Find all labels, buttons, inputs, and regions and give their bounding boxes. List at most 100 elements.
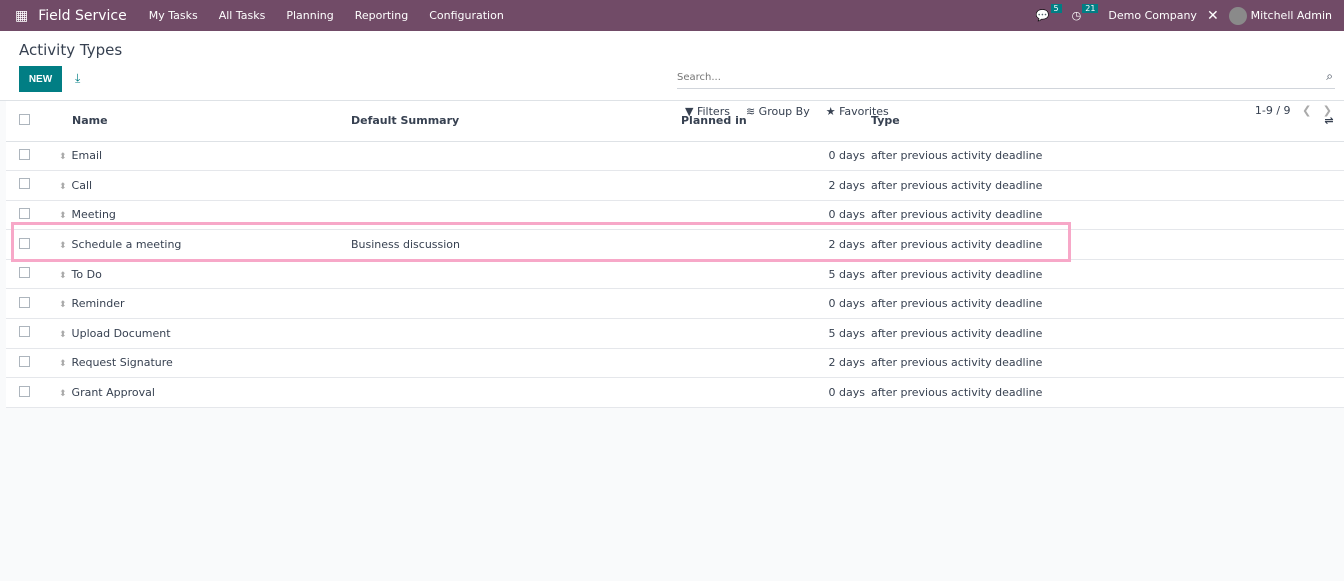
row-checkbox[interactable] — [19, 237, 30, 249]
row-summary — [351, 259, 681, 290]
chevron-left-icon[interactable]: ❮ — [1302, 104, 1311, 117]
table-row[interactable]: ⬍ Upload Document 5 days after previous a… — [6, 318, 1344, 349]
drag-handle-icon[interactable]: ⬍ — [59, 359, 67, 369]
row-spacer — [1314, 318, 1344, 349]
row-type: after previous activity deadline — [871, 288, 1314, 320]
clock-icon: ◷ — [1071, 9, 1082, 22]
favorites-button[interactable]: ★ Favorites — [826, 105, 889, 118]
drag-handle-icon[interactable]: ⬍ — [59, 211, 67, 221]
row-summary — [351, 200, 681, 231]
row-planned: 0 days — [681, 288, 871, 320]
row-name: To Do — [71, 267, 102, 281]
activities-badge: 21 — [1082, 4, 1099, 13]
menu-planning[interactable]: Planning — [286, 9, 333, 22]
pager-value[interactable]: 1-9 / 9 — [1255, 104, 1291, 117]
row-planned: 2 days — [681, 229, 871, 260]
row-planned: 2 days — [681, 348, 871, 379]
menu-all-tasks[interactable]: All Tasks — [219, 9, 266, 22]
row-planned: 2 days — [681, 170, 871, 201]
apps-menu-icon[interactable]: ▦ — [15, 8, 28, 24]
row-planned: 5 days — [681, 259, 871, 290]
row-name: Upload Document — [71, 326, 171, 340]
row-type: after previous activity deadline — [871, 348, 1314, 379]
company-switcher[interactable]: Demo Company — [1108, 9, 1197, 22]
user-name: Mitchell Admin — [1250, 8, 1332, 22]
messages-button[interactable]: 💬5 — [1035, 4, 1062, 22]
row-spacer — [1314, 348, 1344, 379]
row-spacer — [1314, 288, 1344, 320]
new-button[interactable]: NEW — [19, 66, 62, 92]
activity-types-table: Name Default Summary Planned in Type ⇌ ⬍… — [6, 101, 1344, 408]
table-row[interactable]: ⬍ Schedule a meeting Business discussion … — [6, 229, 1344, 260]
table-row[interactable]: ⬍ To Do 5 days after previous activity de… — [6, 259, 1344, 290]
drag-handle-icon[interactable]: ⬍ — [59, 300, 67, 310]
row-checkbox[interactable] — [19, 385, 30, 397]
row-type: after previous activity deadline — [871, 200, 1314, 231]
search-bar: ⌕ — [677, 67, 1335, 89]
row-spacer — [1314, 141, 1344, 172]
table-row[interactable]: ⬍ Reminder 0 days after previous activity… — [6, 288, 1344, 320]
row-type: after previous activity deadline — [871, 377, 1314, 408]
search-input[interactable] — [677, 67, 1297, 87]
column-name[interactable]: Name — [53, 101, 351, 142]
drag-handle-icon[interactable]: ⬍ — [59, 182, 67, 192]
control-panel: Activity Types NEW ⤓ ⌕ ▼ Filters ≋ Group… — [0, 31, 1344, 118]
row-name: Call — [71, 178, 93, 192]
app-name[interactable]: Field Service — [38, 8, 127, 24]
row-summary — [351, 141, 681, 172]
top-navbar: ▦ Field Service My Tasks All Tasks Plann… — [0, 0, 1344, 31]
row-checkbox[interactable] — [19, 296, 30, 308]
column-summary[interactable]: Default Summary — [351, 101, 681, 142]
row-type: after previous activity deadline — [871, 229, 1314, 260]
table-row[interactable]: ⬍ Meeting 0 days after previous activity … — [6, 200, 1344, 231]
row-checkbox[interactable] — [19, 267, 30, 279]
row-planned: 5 days — [681, 318, 871, 349]
drag-handle-icon[interactable]: ⬍ — [59, 152, 67, 162]
user-menu[interactable]: Mitchell Admin — [1228, 6, 1332, 25]
row-checkbox[interactable] — [19, 178, 30, 190]
select-all-checkbox[interactable] — [19, 113, 30, 125]
filters-label: Filters — [696, 105, 730, 118]
row-checkbox[interactable] — [19, 148, 30, 160]
column-type[interactable]: Type — [871, 101, 1314, 142]
row-checkbox[interactable] — [19, 326, 30, 338]
row-planned: 0 days — [681, 377, 871, 408]
row-planned: 0 days — [681, 200, 871, 231]
row-type: after previous activity deadline — [871, 141, 1314, 172]
row-spacer — [1314, 200, 1344, 231]
drag-handle-icon[interactable]: ⬍ — [59, 271, 67, 281]
table-row[interactable]: ⬍ Email 0 days after previous activity de… — [6, 141, 1344, 172]
messages-badge: 5 — [1050, 4, 1062, 13]
menu-reporting[interactable]: Reporting — [355, 9, 408, 22]
row-spacer — [1314, 259, 1344, 290]
row-name: Request Signature — [71, 356, 173, 370]
tools-icon[interactable]: ✕ — [1207, 8, 1219, 24]
row-summary — [351, 318, 681, 349]
menu-configuration[interactable]: Configuration — [429, 9, 504, 22]
row-summary: Business discussion — [351, 229, 681, 260]
drag-handle-icon[interactable]: ⬍ — [59, 389, 67, 399]
row-summary — [351, 377, 681, 408]
filters-button[interactable]: ▼ Filters — [685, 105, 730, 118]
row-spacer — [1314, 170, 1344, 201]
row-summary — [351, 170, 681, 201]
chevron-right-icon[interactable]: ❯ — [1323, 104, 1332, 117]
drag-handle-icon[interactable]: ⬍ — [59, 241, 67, 251]
table-row[interactable]: ⬍ Call 2 days after previous activity dea… — [6, 170, 1344, 201]
download-icon[interactable]: ⤓ — [75, 71, 80, 86]
group-by-button[interactable]: ≋ Group By — [746, 105, 810, 118]
row-name: Meeting — [71, 208, 116, 222]
chat-icon: 💬 — [1035, 9, 1050, 22]
row-summary — [351, 348, 681, 379]
drag-handle-icon[interactable]: ⬍ — [59, 330, 67, 340]
search-icon[interactable]: ⌕ — [1326, 69, 1333, 84]
row-checkbox[interactable] — [19, 355, 30, 367]
avatar — [1228, 6, 1247, 25]
row-type: after previous activity deadline — [871, 318, 1314, 349]
table-row[interactable]: ⬍ Request Signature 2 days after previous… — [6, 348, 1344, 379]
pager: 1-9 / 9 ❮ ❯ — [1255, 104, 1332, 117]
menu-my-tasks[interactable]: My Tasks — [149, 9, 198, 22]
activities-button[interactable]: ◷21 — [1071, 4, 1099, 22]
table-row[interactable]: ⬍ Grant Approval 0 days after previous ac… — [6, 377, 1344, 408]
row-checkbox[interactable] — [19, 207, 30, 219]
